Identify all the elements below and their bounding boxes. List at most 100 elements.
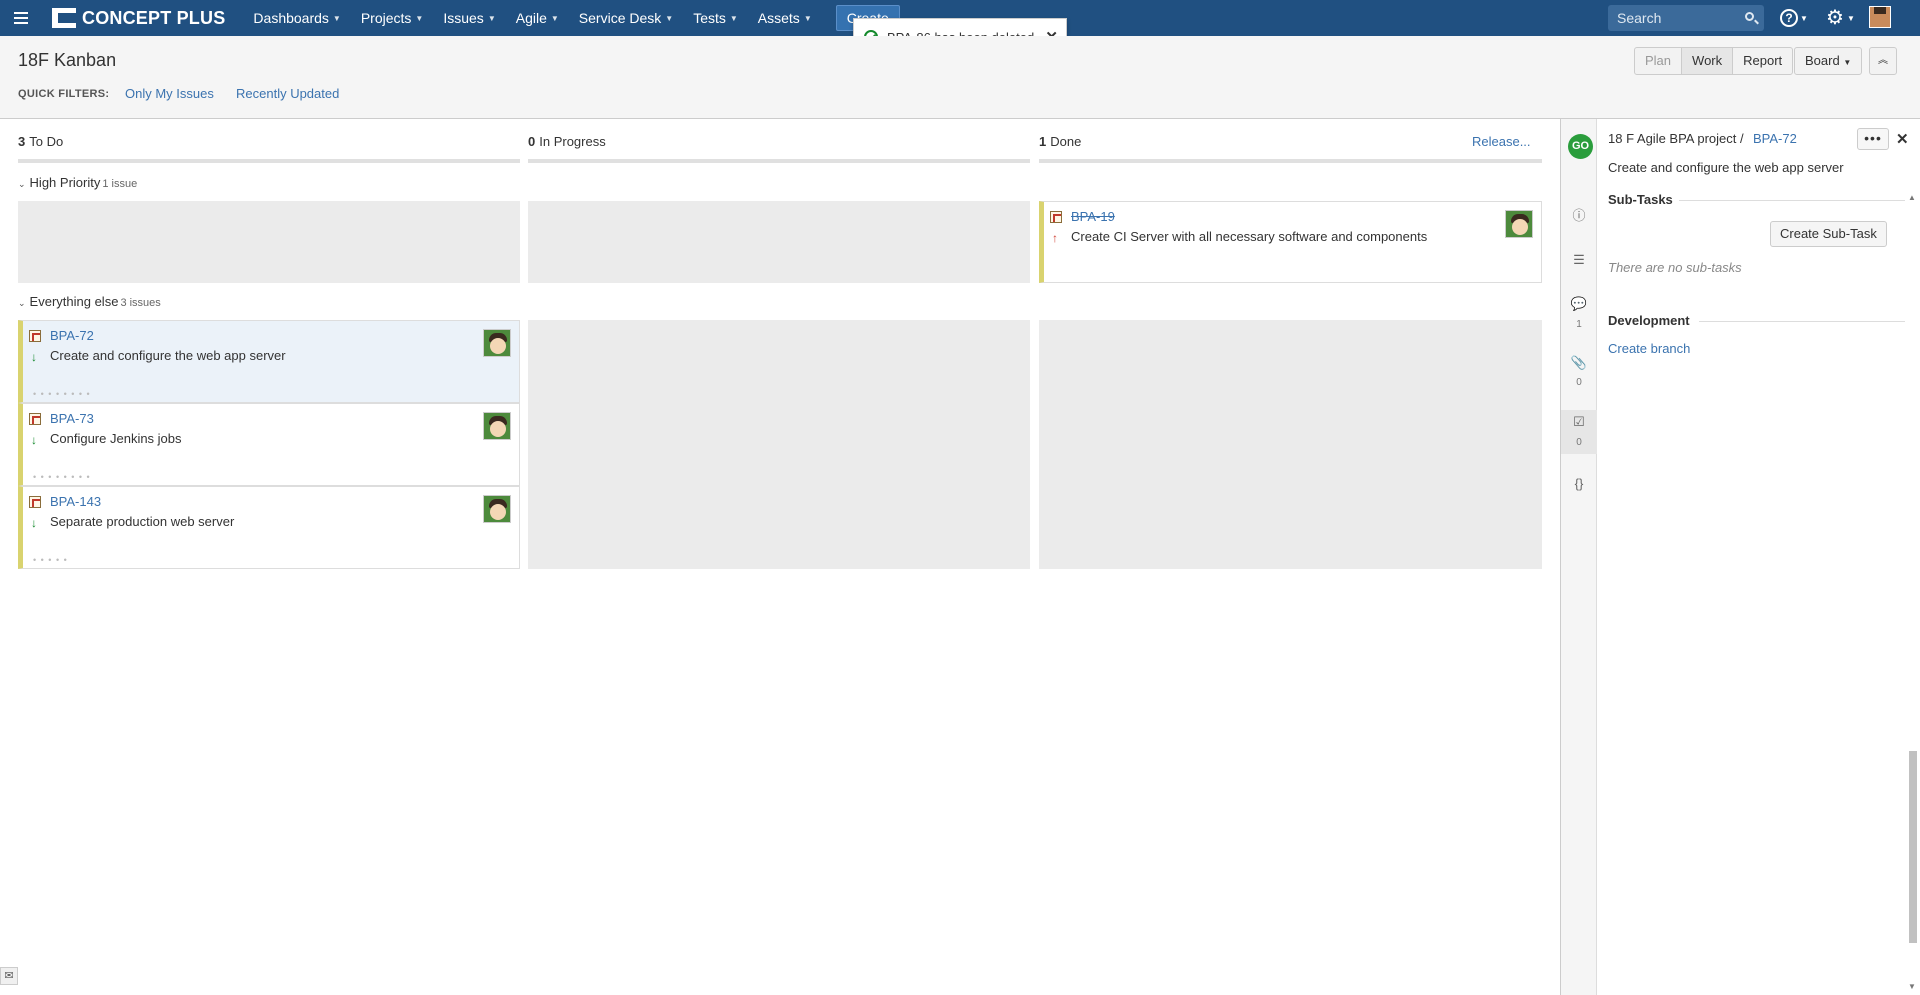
- days-in-column-dots: • • • • •: [33, 555, 68, 565]
- issue-card-bpa-72[interactable]: BPA-72 ↓ Create and configure the web ap…: [18, 320, 520, 403]
- empty-cell: [1039, 320, 1542, 569]
- menu-dashboards[interactable]: Dashboards ▼: [243, 0, 350, 36]
- detail-summary: Create and configure the web app server: [1608, 160, 1844, 175]
- chevron-down-icon: ▼: [487, 13, 496, 23]
- story-type-icon: [1050, 211, 1062, 223]
- mode-work-button[interactable]: Work: [1681, 48, 1733, 74]
- development-icon[interactable]: {}: [1570, 475, 1588, 493]
- issue-summary: Create CI Server with all necessary soft…: [1071, 229, 1428, 244]
- collapse-header-icon[interactable]: ︽: [1869, 47, 1897, 75]
- menu-service-desk[interactable]: Service Desk ▼: [569, 0, 683, 36]
- search-input[interactable]: Search: [1608, 5, 1764, 31]
- chevron-down-icon: ▼: [415, 13, 424, 23]
- empty-cell: [528, 320, 1030, 569]
- chevron-down-icon: ▼: [665, 13, 674, 23]
- issue-card-bpa-143[interactable]: BPA-143 ↓ Separate production web server…: [18, 486, 520, 569]
- user-avatar[interactable]: [1869, 6, 1891, 28]
- development-heading: Development: [1608, 313, 1690, 328]
- comment-icon[interactable]: 💬: [1570, 295, 1588, 313]
- chevron-down-icon[interactable]: ▼: [1800, 14, 1808, 23]
- menu-agile[interactable]: Agile ▼: [506, 0, 569, 36]
- filter-recently-updated[interactable]: Recently Updated: [236, 86, 339, 101]
- column-divider: [1039, 159, 1542, 163]
- section-divider: [1699, 321, 1905, 322]
- column-divider: [18, 159, 520, 163]
- chevron-down-icon: ▼: [729, 13, 738, 23]
- detail-issue-key[interactable]: BPA-72: [1753, 131, 1797, 146]
- issue-card-bpa-73[interactable]: BPA-73 ↓ Configure Jenkins jobs • • • • …: [18, 403, 520, 486]
- info-icon[interactable]: ⓘ: [1570, 207, 1588, 225]
- priority-low-icon: ↓: [31, 516, 37, 530]
- column-header-todo: 3 To Do: [18, 134, 64, 149]
- quick-filters-label: QUICK FILTERS:: [18, 88, 110, 100]
- priority-high-icon: ↑: [1052, 231, 1058, 245]
- close-icon[interactable]: ✕: [1896, 130, 1909, 148]
- assignee-avatar: [483, 412, 511, 440]
- issue-detail-panel: GO ⓘ ☰ 💬 1 📎 0 ☑ 0 {} 18 F Agile BPA pro…: [1560, 119, 1920, 995]
- board-header: 18F Kanban QUICK FILTERS: Only My Issues…: [0, 36, 1920, 119]
- issue-key[interactable]: BPA-73: [50, 411, 94, 426]
- swimlane-everything-else[interactable]: ⌄ Everything else 3 issues: [18, 294, 161, 309]
- detail-nav-rail: GO ⓘ ☰ 💬 1 📎 0 ☑ 0 {}: [1561, 119, 1597, 995]
- chevron-down-icon: ⌄: [18, 298, 26, 308]
- subtasks-icon[interactable]: ☑: [1570, 413, 1588, 431]
- swimlane-high-priority[interactable]: ⌄ High Priority 1 issue: [18, 175, 137, 190]
- column-header-in-progress: 0 In Progress: [528, 134, 606, 149]
- logo-mark-icon: [52, 8, 76, 28]
- scroll-thumb[interactable]: [1909, 751, 1917, 943]
- mode-report-button[interactable]: Report: [1732, 48, 1792, 74]
- page-title: 18F Kanban: [18, 50, 117, 70]
- menu-issues[interactable]: Issues ▼: [433, 0, 505, 36]
- create-branch-link[interactable]: Create branch: [1608, 341, 1690, 356]
- search-icon[interactable]: [1745, 12, 1754, 21]
- no-subtasks-text: There are no sub-tasks: [1608, 260, 1742, 275]
- chevron-down-icon[interactable]: ▼: [1847, 14, 1855, 23]
- create-subtask-button[interactable]: Create Sub-Task: [1770, 221, 1887, 247]
- chevron-down-icon: ▼: [803, 13, 812, 23]
- issue-summary: Configure Jenkins jobs: [50, 431, 182, 446]
- project-breadcrumb[interactable]: 18 F Agile BPA project /: [1608, 131, 1744, 146]
- priority-low-icon: ↓: [31, 350, 37, 364]
- assignee-avatar: [1505, 210, 1533, 238]
- column-divider: [528, 159, 1030, 163]
- filter-only-my-issues[interactable]: Only My Issues: [125, 86, 214, 101]
- hamburger-menu-icon[interactable]: [14, 0, 38, 36]
- story-type-icon: [29, 330, 41, 342]
- attachments-count: 0: [1576, 377, 1582, 388]
- scroll-up-icon[interactable]: ▲: [1908, 193, 1916, 202]
- subtasks-count: 0: [1576, 437, 1582, 448]
- menu-projects[interactable]: Projects ▼: [351, 0, 434, 36]
- chevron-down-icon: ▼: [550, 13, 559, 23]
- board-menu-button[interactable]: Board ▼: [1794, 47, 1863, 75]
- days-in-column-dots: • • • • • • • •: [33, 472, 91, 482]
- gear-icon[interactable]: ⚙: [1826, 7, 1844, 29]
- menu-tests[interactable]: Tests ▼: [683, 0, 748, 36]
- section-divider: [1679, 200, 1905, 201]
- detail-scrollbar[interactable]: ▲ ▼: [1907, 191, 1919, 995]
- issue-summary: Separate production web server: [50, 514, 235, 529]
- issue-key[interactable]: BPA-143: [50, 494, 101, 509]
- brand-name: CONCEPT PLUS: [82, 7, 226, 28]
- issue-key[interactable]: BPA-19: [1071, 209, 1115, 224]
- scroll-down-icon[interactable]: ▼: [1908, 982, 1916, 991]
- issue-summary: Create and configure the web app server: [50, 348, 286, 363]
- issue-key[interactable]: BPA-72: [50, 328, 94, 343]
- comments-count: 1: [1576, 319, 1582, 330]
- description-icon[interactable]: ☰: [1570, 251, 1588, 269]
- issue-card-bpa-19[interactable]: BPA-19 ↑ Create CI Server with all neces…: [1039, 201, 1542, 283]
- main-menu: Dashboards ▼ Projects ▼ Issues ▼ Agile ▼ Ser…: [243, 0, 821, 36]
- feedback-envelope-icon[interactable]: ✉: [0, 967, 18, 985]
- priority-low-icon: ↓: [31, 433, 37, 447]
- brand-logo[interactable]: CONCEPT PLUS: [52, 8, 225, 29]
- story-type-icon: [29, 496, 41, 508]
- help-icon[interactable]: ?: [1780, 9, 1798, 27]
- project-avatar: GO: [1568, 134, 1593, 159]
- more-actions-icon[interactable]: •••: [1857, 128, 1889, 150]
- search-placeholder: Search: [1617, 10, 1662, 26]
- attachment-icon[interactable]: 📎: [1570, 354, 1588, 372]
- column-header-done: 1 Done: [1039, 134, 1082, 149]
- release-link[interactable]: Release...: [1472, 134, 1531, 149]
- menu-assets[interactable]: Assets ▼: [748, 0, 822, 36]
- mode-plan-button[interactable]: Plan: [1635, 48, 1681, 74]
- assignee-avatar: [483, 329, 511, 357]
